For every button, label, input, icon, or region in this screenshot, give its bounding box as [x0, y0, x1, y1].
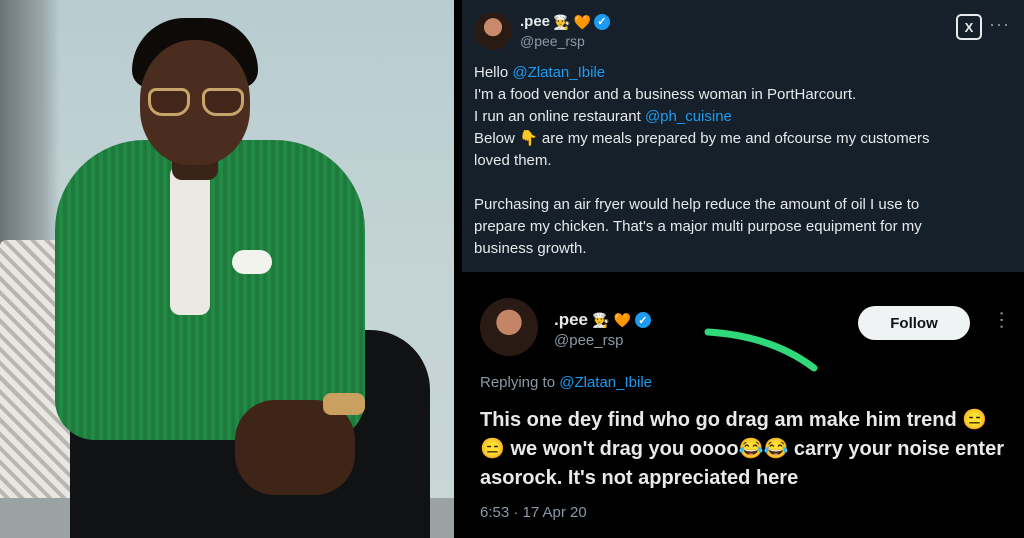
replying-prefix: Replying to — [480, 374, 560, 391]
replying-to: Replying to @Zlatan_Ibile — [480, 374, 652, 391]
user-handle[interactable]: @pee_rsp — [554, 332, 623, 349]
x-logo-button[interactable]: X — [956, 14, 982, 40]
tweet-body: Hello @Zlatan_Ibile I'm a food vendor an… — [474, 62, 1004, 260]
photo-watch — [323, 393, 365, 415]
mention-link[interactable]: @Zlatan_Ibile — [559, 374, 652, 391]
more-options-icon[interactable]: ··· — [989, 14, 1010, 35]
verified-badge-icon: ✓ — [634, 312, 651, 328]
tweet-line: Purchasing an air fryer would help reduc… — [474, 196, 920, 213]
photo-jacket-patch — [232, 250, 272, 274]
tweet-line: I'm a food vendor and a business woman i… — [474, 86, 857, 103]
tweet-bottom: .pee 👨‍🍳 🧡 ✓ @pee_rsp Follow ··· Replyin… — [462, 280, 1024, 538]
tweet-text: This one dey find who go drag am make hi… — [480, 409, 1004, 489]
user-name-text: .pee — [520, 13, 551, 30]
photo-shirt — [170, 165, 210, 315]
photo-sunglasses — [148, 88, 244, 118]
user-name[interactable]: .pee 👨‍🍳 🧡 ✓ — [554, 310, 651, 330]
chef-emoji: 👨‍🍳 — [592, 312, 610, 328]
tweet-line: Below 👇 are my meals prepared by me and … — [474, 130, 930, 147]
more-options-icon[interactable]: ··· — [990, 310, 1013, 330]
user-name[interactable]: .pee 👨‍🍳 🧡 ✓ — [520, 13, 610, 30]
user-handle[interactable]: @pee_rsp — [520, 33, 585, 49]
user-name-text: .pee — [554, 310, 589, 329]
heart-emoji: 🧡 — [573, 13, 591, 30]
avatar[interactable] — [474, 12, 512, 50]
green-highlight-stroke — [704, 328, 818, 372]
tweet-line: Hello @Zlatan_Ibile — [474, 64, 606, 81]
tweet-line: loved them. — [474, 152, 552, 169]
chef-emoji: 👨‍🍳 — [553, 13, 571, 30]
avatar[interactable] — [480, 298, 538, 356]
mention-link[interactable]: @Zlatan_Ibile — [512, 64, 605, 81]
follow-button[interactable]: Follow — [858, 306, 970, 340]
verified-badge-icon: ✓ — [593, 13, 610, 30]
mention-link[interactable]: @ph_cuisine — [645, 108, 732, 125]
tweet-top: .pee 👨‍🍳 🧡 ✓ @pee_rsp X ··· Hello @Zlata… — [462, 0, 1024, 276]
tweet-line: prepare my chicken. That's a major multi… — [474, 218, 922, 235]
tweet-line: I run an online restaurant @ph_cuisine — [474, 108, 732, 125]
person-photo — [0, 0, 458, 538]
tweet-timestamp[interactable]: 6:53 · 17 Apr 20 — [480, 504, 587, 521]
heart-emoji: 🧡 — [613, 312, 631, 328]
photo-green-jacket — [55, 140, 365, 440]
tweet-line: business growth. — [474, 240, 587, 257]
